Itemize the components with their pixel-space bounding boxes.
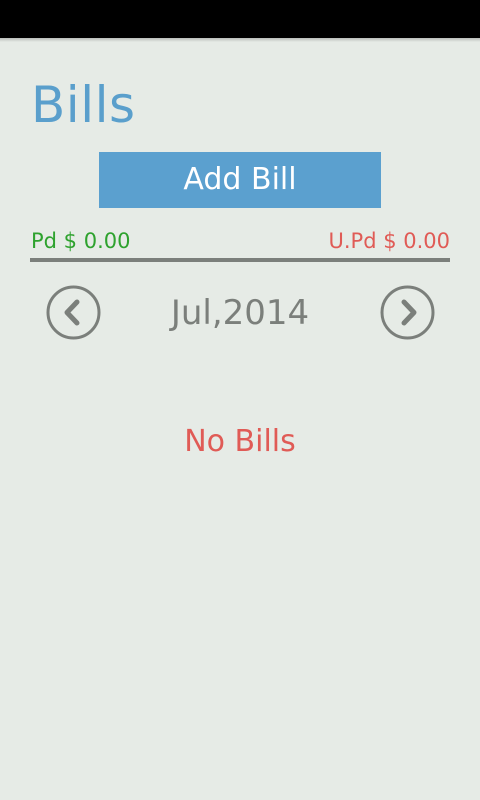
empty-bills-message: No Bills: [184, 424, 296, 459]
current-month-label: Jul,2014: [170, 293, 310, 333]
paid-total: Pd $ 0.00: [31, 229, 131, 253]
chevron-left-circle-icon: [46, 285, 101, 340]
summary-divider: [30, 258, 450, 262]
chevron-right-circle-icon: [380, 285, 435, 340]
status-bar-shadow: [0, 38, 480, 42]
next-month-button[interactable]: [380, 285, 435, 340]
previous-month-button[interactable]: [46, 285, 101, 340]
status-bar: [0, 0, 480, 38]
unpaid-total: U.Pd $ 0.00: [328, 229, 450, 253]
page-title: Bills: [31, 76, 136, 134]
add-bill-button[interactable]: Add Bill: [99, 152, 381, 208]
